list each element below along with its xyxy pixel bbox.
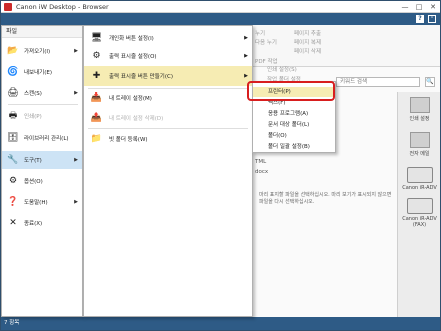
output-bar: 인쇄 설정 전자 메일 Canon iR-ADV Canon iR-ADV (F… [397, 92, 440, 317]
submenu-item-label: 내 트레이 설정(M) [109, 96, 152, 102]
search-input[interactable]: 키워드 검색 [336, 77, 420, 87]
submenu-item-folder[interactable]: 폴더(O) [253, 131, 335, 141]
scanner-icon: 🖨 [7, 88, 19, 98]
tools-submenu: 🖥 개인화 버튼 설정(I) ▶ ⚙ 출력 표시줄 설정(O) ▶ ✚ 출력 표… [83, 25, 253, 317]
menu-item-library[interactable]: 🗄 라이브러리 관리(L) [2, 129, 82, 147]
create-button-icon: ✚ [92, 71, 101, 81]
submenu-item-my-tray[interactable]: 📥 내 트레이 설정(M) [84, 88, 252, 108]
chevron-right-icon: ▶ [74, 48, 78, 54]
ribbon-label[interactable]: 누기 [255, 29, 265, 37]
personal-button-icon: 🖥 [90, 33, 103, 43]
submenu-item-application[interactable]: 응용 프로그램(A) [253, 109, 335, 119]
menu-item-label: 내보내기(E) [24, 70, 53, 76]
maximize-button[interactable]: □ [412, 1, 426, 13]
tray-icon: 📥 [90, 93, 103, 103]
output-label: 인쇄 설정 [409, 116, 430, 122]
menu-item-scan[interactable]: 🖨 스캔(S) ▶ [2, 84, 82, 102]
options-icon: ⚙ [8, 176, 18, 186]
ribbon-group-label: PDF 작업 [255, 59, 278, 65]
menu-separator [8, 104, 78, 105]
output-label: 전자 메일 [409, 151, 430, 157]
menu-bar: ? ⌃ [1, 13, 440, 25]
submenu-item-output-bar-settings[interactable]: ⚙ 출력 표시줄 설정(O) ▶ [84, 46, 252, 66]
tray-delete-icon: 📤 [90, 113, 103, 123]
ribbon-label[interactable]: 페이지 추출 [294, 29, 321, 37]
submenu-item-folder-register[interactable]: 📁 빗 폴더 등록(W) [84, 129, 252, 149]
file-menu: 파일 📂 가져오기(I) ▶ 🌀 내보내기(E) 🖨 스캔(S) ▶ 🖶 인쇄(… [1, 25, 83, 317]
chevron-right-icon: ▶ [74, 199, 78, 205]
output-bar-icon: ⚙ [92, 51, 101, 61]
search-icon[interactable]: 🔍 [425, 77, 435, 87]
submenu-item-folder-batch[interactable]: 폴더 일괄 설정(B) [253, 142, 335, 152]
output-email[interactable]: 전자 메일 [400, 132, 439, 157]
menu-item-label: 가져오기(I) [24, 49, 51, 55]
ribbon-label[interactable]: 페이지 삭제 [294, 47, 321, 55]
tools-icon: 🔧 [7, 155, 19, 165]
submenu-item-label: 출력 표시줄 버튼 만들기(C) [109, 74, 173, 80]
preview-hint: 마리 표지할 파일을 선택하십시오. 마리 보기가 표시되지 않으면 파일을 다… [259, 192, 392, 205]
menu-item-export[interactable]: 🌀 내보내기(E) [2, 63, 82, 81]
minimize-button[interactable]: — [398, 1, 412, 13]
menu-item-help[interactable]: ❓ 도움말(H) ▶ [2, 193, 82, 211]
menu-item-label: 종료(X) [24, 221, 43, 227]
menu-item-label: 스캔(S) [24, 91, 42, 97]
chevron-right-icon: ▶ [244, 53, 248, 59]
bg-label: 인쇄 설정(S) [267, 67, 297, 73]
menu-item-label: 라이브러리 관리(L) [24, 136, 69, 142]
status-bar: 7 항목 [1, 317, 440, 330]
submenu-item-label: 출력 표시줄 설정(O) [109, 54, 157, 60]
submenu-item-my-tray-delete: 📤 내 트레이 설정 삭제(D) [84, 108, 252, 128]
output-label: Canon iR-ADV [402, 185, 437, 191]
chevron-right-icon: ▶ [74, 157, 78, 163]
exit-icon: ✕ [9, 218, 17, 228]
folder-open-icon: 📂 [7, 46, 19, 56]
printer-icon: 🖶 [8, 111, 18, 121]
menu-title[interactable]: 파일 [2, 26, 82, 38]
ribbon-label[interactable]: 페이지 복제 [294, 38, 321, 46]
bg-label: docx [255, 169, 269, 175]
export-icon: 🌀 [7, 67, 19, 77]
chevron-right-icon: ▶ [74, 90, 78, 96]
menu-item-print[interactable]: 🖶 인쇄(P) [2, 107, 82, 125]
print-settings-icon [409, 97, 430, 113]
highlight-annotation [247, 81, 335, 101]
help-icon[interactable]: ? [416, 15, 424, 23]
menu-item-label: 인쇄(P) [24, 114, 42, 120]
menu-item-options[interactable]: ⚙ 옵션(O) [2, 172, 82, 190]
app-window: Canon iW Desktop - Browser — □ ✕ ? ⌃ 누기 … [0, 0, 441, 331]
expand-icon[interactable]: ⌃ [428, 15, 436, 23]
submenu-item-personal-buttons[interactable]: 🖥 개인화 버튼 설정(I) ▶ [84, 28, 252, 48]
submenu-item-create-button[interactable]: ✚ 출력 표시줄 버튼 만들기(C) ▶ [84, 66, 252, 86]
submenu-item-label: 내 트레이 설정 삭제(D) [109, 116, 164, 122]
ribbon-label[interactable]: 다음 누기 [255, 38, 277, 46]
menu-item-label: 옵션(O) [24, 179, 43, 185]
output-print-settings[interactable]: 인쇄 설정 [400, 97, 439, 122]
help-icon: ❓ [7, 197, 19, 207]
output-printer[interactable]: Canon iR-ADV [400, 167, 439, 191]
output-label: Canon iR-ADV (FAX) [402, 216, 437, 228]
window-title: Canon iW Desktop - Browser [16, 2, 109, 11]
fax-icon [406, 198, 433, 214]
menu-item-import[interactable]: 📂 가져오기(I) ▶ [2, 42, 82, 60]
chevron-right-icon: ▶ [244, 35, 248, 41]
submenu-item-document-folder[interactable]: 문서 대상 폴더(L) [253, 120, 335, 130]
menu-item-tools[interactable]: 🔧 도구(T) ▶ [2, 151, 82, 169]
app-logo-icon [4, 2, 12, 11]
chevron-right-icon: ▶ [244, 73, 248, 79]
menu-item-exit[interactable]: ✕ 종료(X) [2, 214, 82, 232]
menu-item-label: 도움말(H) [24, 200, 48, 206]
submenu-item-label: 개인화 버튼 설정(I) [109, 36, 154, 42]
email-icon [409, 132, 430, 148]
submenu-item-label: 빗 폴더 등록(W) [109, 137, 148, 143]
printer-icon [406, 167, 433, 183]
menu-item-label: 도구(T) [24, 158, 42, 164]
title-bar: Canon iW Desktop - Browser — □ ✕ [1, 1, 440, 13]
library-icon: 🗄 [7, 133, 19, 143]
folder-register-icon: 📁 [90, 134, 103, 144]
bg-label: TML [255, 159, 267, 165]
output-fax[interactable]: Canon iR-ADV (FAX) [400, 198, 439, 228]
close-button[interactable]: ✕ [426, 1, 440, 13]
